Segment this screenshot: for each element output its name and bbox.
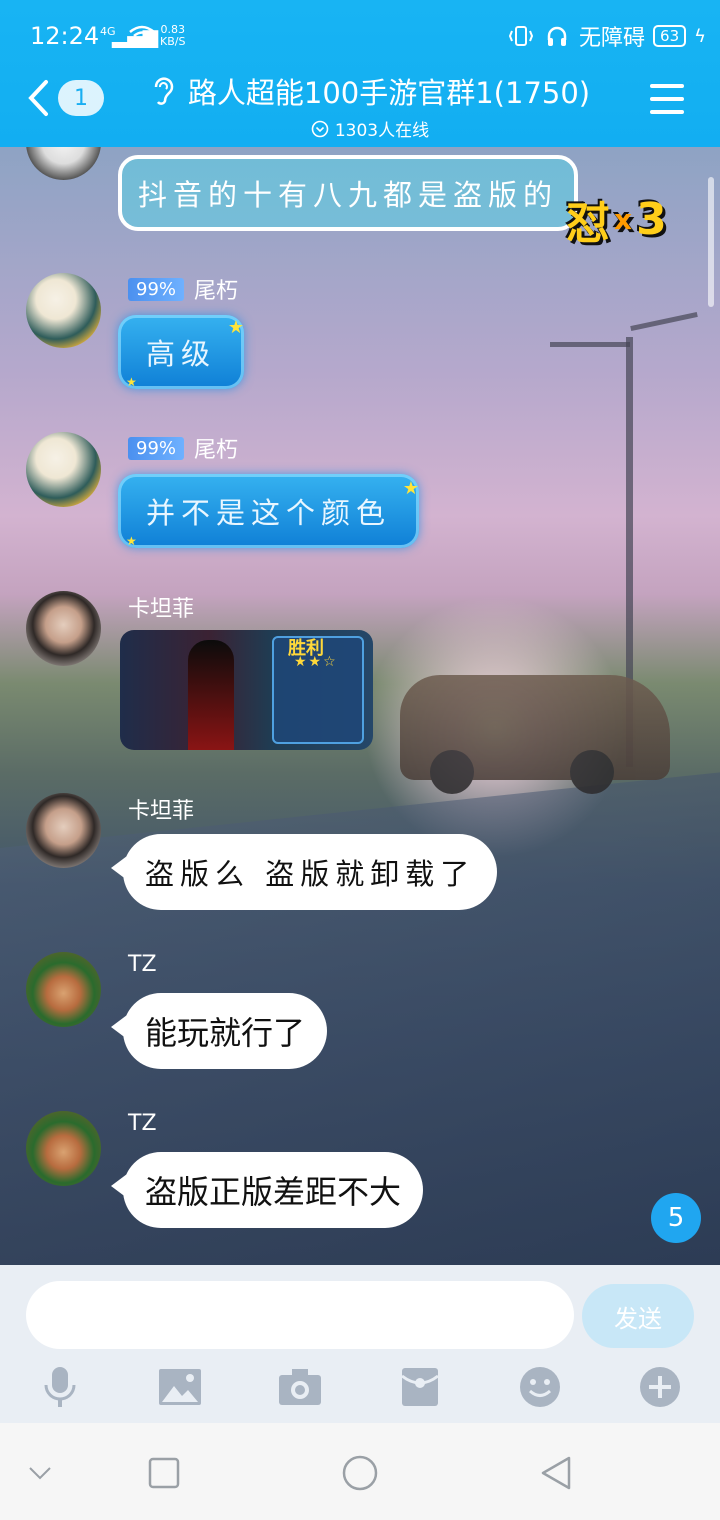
sender-name: 尾朽 <box>194 279 239 304</box>
chat-area[interactable]: 抖音的十有八九都是盗版的 怼 x 3 99% 尾朽 高级 ★ ★ 99% 尾朽 … <box>0 147 720 1265</box>
system-nav-bar <box>0 1423 720 1520</box>
status-bar: 12:24 4G ▂▄▆ 0.83 KB/S 无障碍 63 ϟ <box>0 0 720 70</box>
message-bubble[interactable]: 抖音的十有八九都是盗版的 <box>118 155 578 231</box>
scrollbar[interactable] <box>708 177 714 307</box>
sender-line: 99% 尾朽 <box>128 432 238 464</box>
home-icon[interactable] <box>340 1453 380 1493</box>
message-text: 并不是这个颜色 <box>146 496 392 530</box>
vibrate-icon <box>507 22 535 50</box>
star-rating-icon: ★★☆ <box>294 654 338 670</box>
menu-icon-line <box>650 84 684 88</box>
menu-icon-line <box>650 110 684 114</box>
unread-count-badge: 1 <box>58 80 104 116</box>
sender-line: 卡坦菲 <box>128 591 194 623</box>
chat-header: 12:24 4G ▂▄▆ 0.83 KB/S 无障碍 63 ϟ 1 路人超能10… <box>0 0 720 147</box>
sender-line: TZ <box>128 952 157 977</box>
sender-name: 卡坦菲 <box>128 597 195 622</box>
level-badge: 99% <box>128 436 185 460</box>
chat-title-area[interactable]: 路人超能100手游官群1(1750) 1303人在线 <box>140 70 600 141</box>
star-icon: ★ <box>402 478 420 499</box>
emoji-icon[interactable] <box>518 1365 562 1409</box>
message-text: 高级 <box>146 337 217 371</box>
status-right: 无障碍 63 ϟ <box>507 20 706 52</box>
chevron-down-circle-icon <box>311 120 329 137</box>
sticker-multiplier: x <box>614 202 633 236</box>
message-text: 盗版正版差距不大 <box>145 1173 402 1211</box>
background-car-wheel <box>430 750 474 794</box>
star-icon: ★ <box>126 534 137 548</box>
composer: 发送 <box>0 1265 720 1423</box>
background-lamp-arm <box>550 342 630 347</box>
recent-apps-icon[interactable] <box>144 1453 184 1493</box>
menu-button[interactable] <box>650 84 684 114</box>
image-icon[interactable] <box>158 1365 202 1409</box>
avatar[interactable] <box>26 793 101 868</box>
screenshot-character <box>188 640 234 750</box>
message-bubble[interactable]: 并不是这个颜色 ★ ★ <box>118 474 420 548</box>
background-lamp-arm <box>630 311 698 332</box>
avatar[interactable] <box>26 591 101 666</box>
accessibility-label: 无障碍 <box>579 26 646 51</box>
avatar[interactable] <box>26 952 101 1027</box>
send-button[interactable]: 发送 <box>582 1284 694 1348</box>
ear-icon <box>154 77 174 105</box>
message-text: 盗版么 盗版就卸载了 <box>145 857 476 891</box>
battery-indicator: 63 <box>653 25 687 47</box>
message-bubble[interactable]: 高级 ★ ★ <box>118 315 245 389</box>
background-car <box>400 675 670 794</box>
background-car-wheel <box>570 750 614 794</box>
avatar[interactable] <box>26 273 101 348</box>
avatar[interactable] <box>26 147 101 180</box>
back-button[interactable]: 1 <box>26 78 104 118</box>
message-bubble[interactable]: 盗版么 盗版就卸载了 <box>110 834 498 910</box>
back-chevron-icon <box>28 80 48 116</box>
message-bubble[interactable]: 盗版正版差距不大 <box>110 1152 424 1228</box>
plus-icon[interactable] <box>638 1365 682 1409</box>
star-icon: ★ <box>227 317 245 338</box>
new-messages-badge[interactable]: 5 <box>651 1193 701 1243</box>
menu-icon-line <box>650 97 684 101</box>
speed-unit: KB/S <box>160 35 186 48</box>
headphones-icon <box>543 22 571 50</box>
star-icon: ★ <box>126 375 137 389</box>
level-badge: 99% <box>128 277 185 301</box>
status-time: 12:24 <box>30 22 100 50</box>
sender-line: 卡坦菲 <box>128 793 194 825</box>
avatar[interactable] <box>26 432 101 507</box>
sender-line: 99% 尾朽 <box>128 273 238 305</box>
group-title: 路人超能100手游官群1(1750) <box>187 76 591 110</box>
wifi-icon <box>129 25 155 45</box>
message-input[interactable] <box>26 1281 574 1349</box>
charging-icon: ϟ <box>694 25 706 47</box>
red-packet-icon[interactable] <box>398 1365 442 1409</box>
microphone-icon[interactable] <box>38 1365 82 1409</box>
network-speed: 0.83 KB/S <box>160 24 185 48</box>
sticker-label: 怼 <box>566 198 610 249</box>
sender-line: TZ <box>128 1111 157 1136</box>
sticker-combo: 怼 x 3 <box>566 187 667 251</box>
online-count: 1303人在线 <box>334 121 430 141</box>
message-text: 能玩就行了 <box>145 1014 306 1052</box>
sticker-count: 3 <box>636 193 667 245</box>
image-message[interactable]: 胜利 ★★☆ <box>120 630 373 750</box>
hide-nav-chevron-icon[interactable] <box>20 1453 60 1493</box>
back-triangle-icon[interactable] <box>536 1453 576 1493</box>
sender-name: 尾朽 <box>194 438 239 463</box>
sender-name: TZ <box>128 1111 157 1136</box>
message-text: 抖音的十有八九都是盗版的 <box>137 178 558 212</box>
camera-icon[interactable] <box>278 1365 322 1409</box>
sender-name: 卡坦菲 <box>128 799 195 824</box>
avatar[interactable] <box>26 1111 101 1186</box>
message-bubble[interactable]: 能玩就行了 <box>110 993 328 1069</box>
sender-name: TZ <box>128 952 157 977</box>
